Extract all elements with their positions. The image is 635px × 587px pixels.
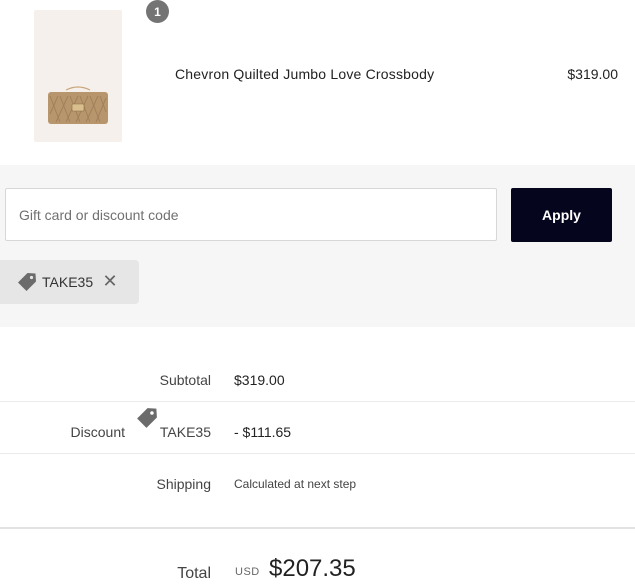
subtotal-value: $319.00	[234, 372, 285, 388]
discount-value: - $111.65	[234, 424, 292, 440]
discount-code: TAKE35	[159, 424, 211, 440]
tag-icon	[18, 273, 36, 291]
close-icon[interactable]: ✕	[100, 271, 120, 291]
product-thumbnail	[34, 10, 122, 142]
applied-code-text: TAKE35	[42, 274, 94, 290]
cart-line-item: 1 Chevron Quilted Jumbo Love Crossbody $…	[0, 0, 635, 165]
order-summary: Subtotal $319.00 Discount TAKE35 - $111.…	[0, 327, 635, 587]
discount-code-input[interactable]	[5, 188, 497, 241]
handbag-icon	[48, 86, 108, 124]
quantity-badge: 1	[146, 0, 169, 23]
product-name: Chevron Quilted Jumbo Love Crossbody	[175, 66, 435, 82]
currency-code: USD	[235, 566, 260, 578]
divider	[0, 453, 635, 454]
apply-button[interactable]: Apply	[511, 188, 612, 242]
tag-icon	[137, 408, 157, 428]
product-price: $319.00	[567, 66, 618, 82]
discount-label: Discount	[70, 424, 125, 440]
divider	[0, 401, 635, 402]
shipping-label: Shipping	[156, 476, 212, 492]
shipping-value: Calculated at next step	[234, 477, 357, 491]
total-amount: $207.35	[269, 555, 356, 582]
discount-section: Apply TAKE35 ✕	[0, 165, 635, 327]
divider	[0, 527, 635, 529]
total-label: Total	[177, 565, 211, 582]
subtotal-label: Subtotal	[159, 372, 211, 388]
applied-discount-tag: TAKE35 ✕	[0, 260, 139, 304]
